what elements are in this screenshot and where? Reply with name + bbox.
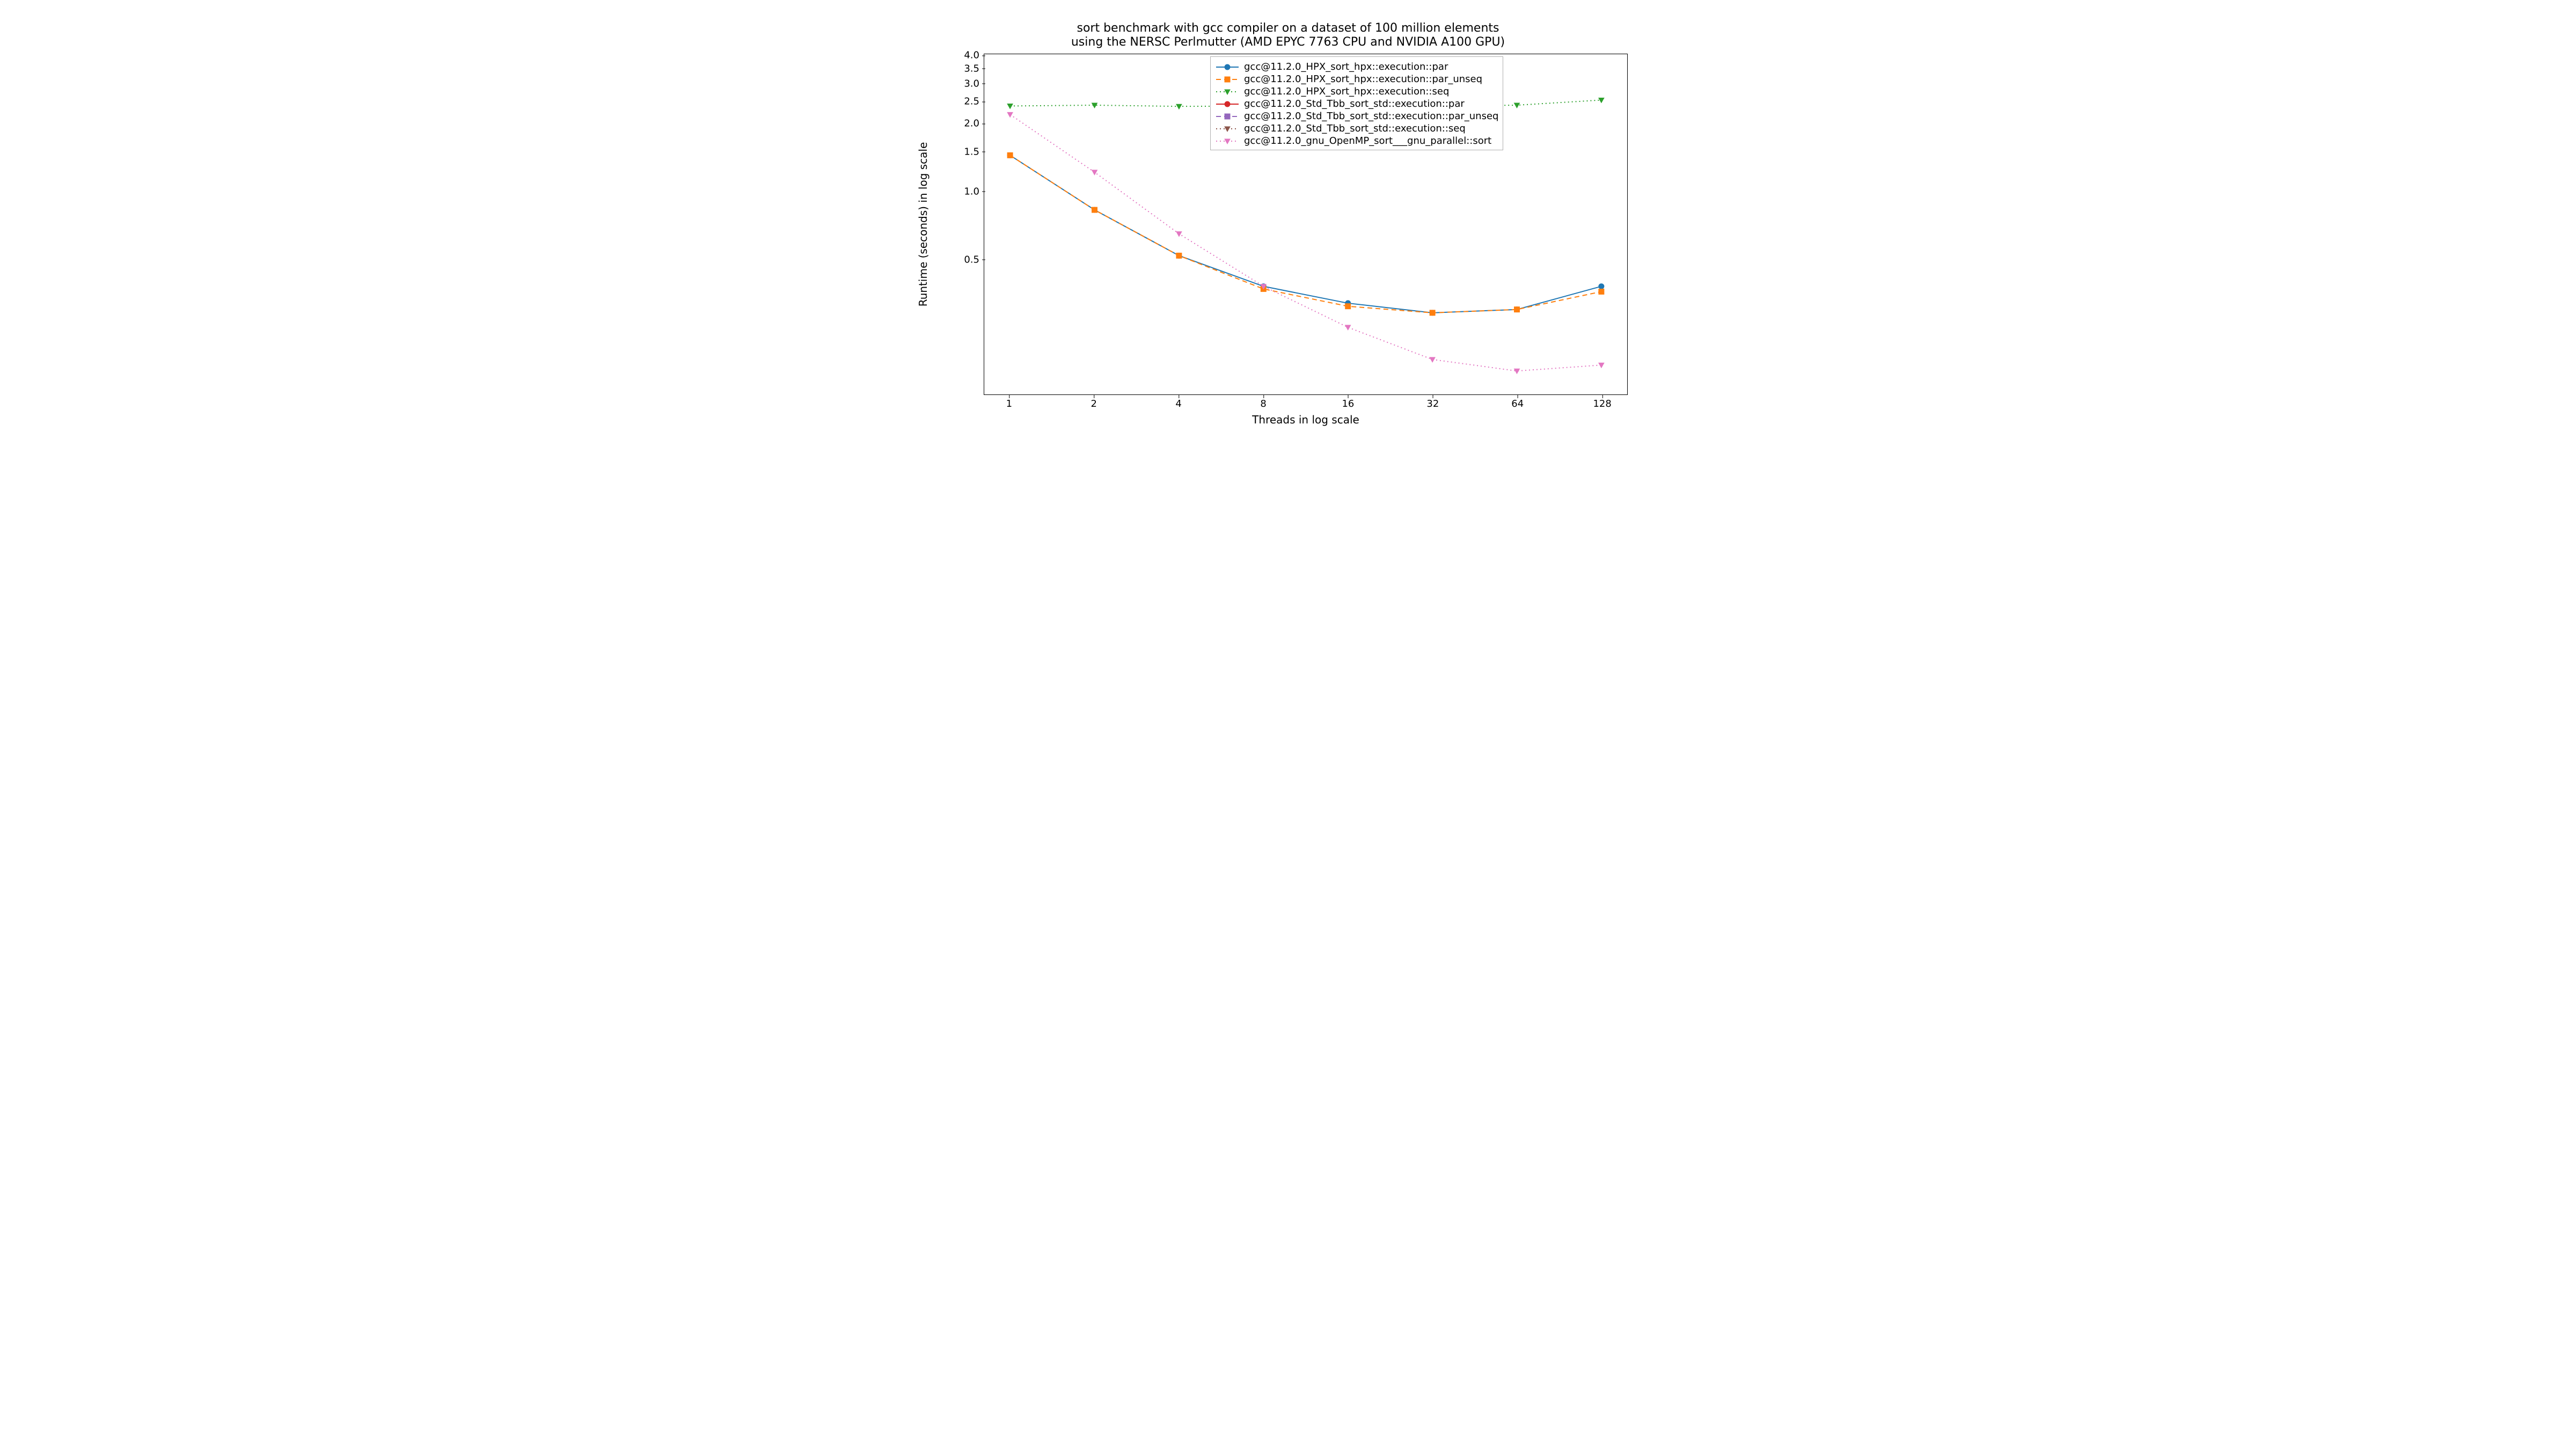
series-marker [1176, 253, 1182, 258]
y-tick: 4.0 [947, 50, 979, 61]
legend-sample [1215, 99, 1240, 109]
legend-sample [1215, 124, 1240, 134]
y-tick: 0.5 [947, 254, 979, 265]
legend-item: gcc@11.2.0_HPX_sort_hpx::execution::par [1215, 61, 1498, 72]
series-marker [1345, 304, 1351, 309]
series-marker [1599, 363, 1604, 368]
chart-container: sort benchmark with gcc compiler on a da… [885, 0, 1690, 453]
legend-item: gcc@11.2.0_Std_Tbb_sort_std::execution::… [1215, 111, 1498, 122]
y-tick: 1.0 [947, 186, 979, 197]
legend-label: gcc@11.2.0_Std_Tbb_sort_std::execution::… [1244, 98, 1465, 109]
x-tick: 32 [1426, 398, 1439, 409]
x-axis-label: Threads in log scale [1252, 413, 1359, 426]
series-marker [1599, 284, 1604, 289]
series-marker [1176, 232, 1182, 237]
x-tick: 16 [1342, 398, 1354, 409]
x-tick: 64 [1511, 398, 1524, 409]
y-tick: 3.0 [947, 78, 979, 89]
x-tick: 1 [1006, 398, 1012, 409]
legend-sample [1215, 87, 1240, 97]
series-line [1010, 114, 1601, 371]
legend-label: gcc@11.2.0_HPX_sort_hpx::execution::par_… [1244, 74, 1482, 85]
series-line [1010, 155, 1601, 312]
legend-item: gcc@11.2.0_HPX_sort_hpx::execution::par_… [1215, 74, 1498, 85]
series-marker [1514, 103, 1520, 108]
series-line [1010, 155, 1601, 312]
legend-label: gcc@11.2.0_Std_Tbb_sort_std::execution::… [1244, 111, 1498, 122]
x-tick: 8 [1260, 398, 1266, 409]
legend-label: gcc@11.2.0_HPX_sort_hpx::execution::seq [1244, 86, 1449, 97]
x-tick: 4 [1175, 398, 1181, 409]
legend-item: gcc@11.2.0_gnu_OpenMP_sort___gnu_paralle… [1215, 135, 1498, 147]
legend-item: gcc@11.2.0_Std_Tbb_sort_std::execution::… [1215, 123, 1498, 134]
legend-sample [1215, 136, 1240, 146]
legend-item: gcc@11.2.0_Std_Tbb_sort_std::execution::… [1215, 98, 1498, 109]
series-marker [1345, 325, 1351, 330]
legend-label: gcc@11.2.0_Std_Tbb_sort_std::execution::… [1244, 123, 1466, 134]
y-axis-label: Runtime (seconds) in log scale [917, 142, 930, 307]
series-marker [1514, 307, 1520, 312]
y-tick: 1.5 [947, 146, 979, 157]
legend-label: gcc@11.2.0_HPX_sort_hpx::execution::par [1244, 61, 1448, 72]
series-marker [1430, 310, 1435, 316]
series-marker [1092, 207, 1097, 213]
legend-sample [1215, 112, 1240, 121]
x-tick: 128 [1593, 398, 1611, 409]
series-marker [1007, 112, 1013, 117]
legend-sample [1215, 62, 1240, 72]
legend-sample [1215, 75, 1240, 84]
series-marker [1599, 98, 1604, 103]
series-marker [1599, 289, 1604, 294]
y-tick: 2.0 [947, 118, 979, 129]
series-marker [1007, 152, 1013, 158]
legend-label: gcc@11.2.0_gnu_OpenMP_sort___gnu_paralle… [1244, 135, 1491, 147]
series-marker [1007, 104, 1013, 108]
x-tick: 2 [1091, 398, 1097, 409]
legend-item: gcc@11.2.0_HPX_sort_hpx::execution::seq [1215, 86, 1498, 97]
y-tick: 3.5 [947, 63, 979, 74]
chart-title: sort benchmark with gcc compiler on a da… [885, 21, 1690, 50]
series-marker [1176, 104, 1182, 109]
y-tick: 2.5 [947, 96, 979, 107]
legend: gcc@11.2.0_HPX_sort_hpx::execution::parg… [1210, 56, 1503, 150]
series-marker [1430, 357, 1435, 362]
